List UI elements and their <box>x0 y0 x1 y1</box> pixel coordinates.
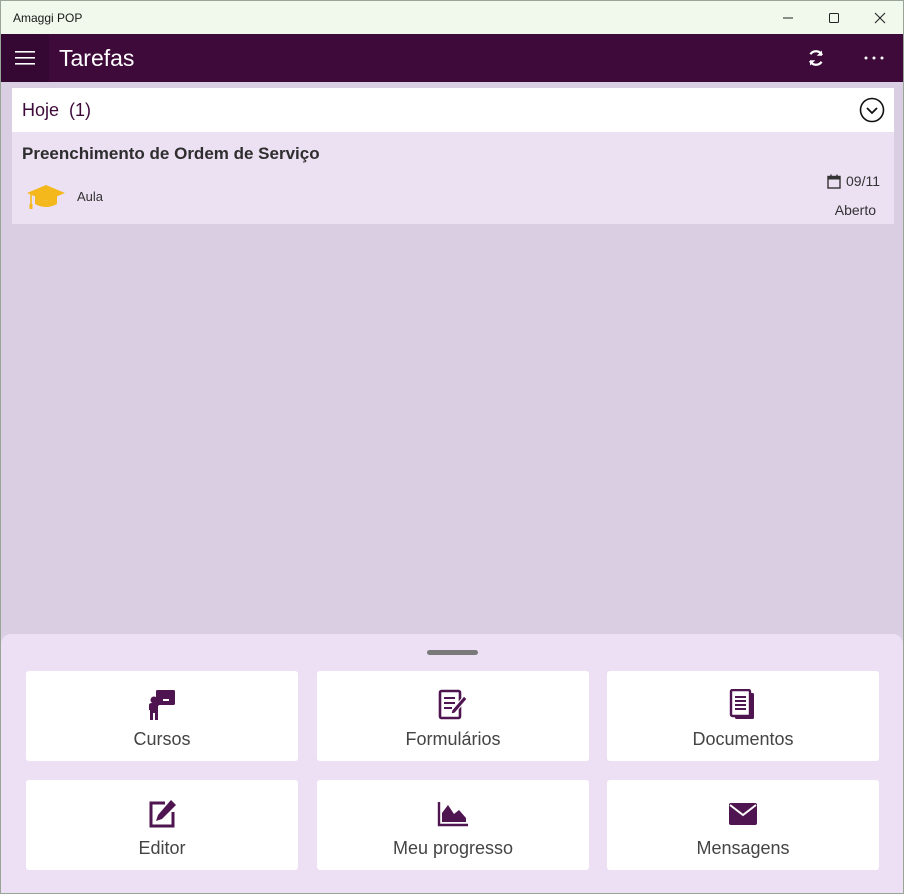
form-edit-icon <box>438 689 468 720</box>
task-card[interactable]: Preenchimento de Ordem de Serviço Aula 0… <box>12 132 894 224</box>
task-status: Aberto <box>834 202 876 218</box>
minimize-icon <box>783 17 793 18</box>
hamburger-menu-icon <box>15 51 35 65</box>
more-options-button[interactable] <box>845 34 903 82</box>
refresh-button[interactable] <box>787 34 845 82</box>
maximize-button[interactable] <box>811 1 857 34</box>
chevron-down-circle-icon <box>859 97 885 123</box>
tile-formularios[interactable]: Formulários <box>317 671 589 761</box>
tile-meu-progresso[interactable]: Meu progresso <box>317 780 589 870</box>
envelope-icon <box>729 803 757 825</box>
group-label: Hoje (1) <box>22 100 101 121</box>
area-chart-icon <box>437 802 468 827</box>
tile-label: Editor <box>138 838 186 858</box>
window-title-bar[interactable]: Amaggi POP <box>1 1 903 34</box>
maximize-icon <box>829 12 839 23</box>
task-date-row: 09/11 <box>827 173 880 189</box>
group-header[interactable]: Hoje (1) <box>12 88 894 132</box>
hamburger-menu-button[interactable] <box>1 34 49 82</box>
task-date: 09/11 <box>846 173 880 189</box>
tile-documentos[interactable]: Documentos <box>607 671 879 761</box>
page-title: Tarefas <box>59 44 135 71</box>
tile-editor[interactable]: Editor <box>26 780 298 870</box>
refresh-icon <box>808 50 824 66</box>
tile-label: Formulários <box>405 729 501 749</box>
window-title: Amaggi POP <box>13 10 83 25</box>
edit-icon <box>149 800 176 828</box>
tile-mensagens[interactable]: Mensagens <box>607 780 879 870</box>
task-group-today: Hoje (1) Preenchimento de Ordem de Serviç… <box>12 88 894 224</box>
app-header: Tarefas <box>1 34 903 82</box>
minimize-button[interactable] <box>765 1 811 34</box>
group-toggle-button[interactable] <box>850 88 894 132</box>
task-title: Preenchimento de Ordem de Serviço <box>22 144 320 163</box>
group-count: (1) <box>69 99 92 120</box>
tile-cursos[interactable]: Cursos <box>26 671 298 761</box>
app-window: Amaggi POP Tarefas Hoje (1) Preenchiment… <box>0 0 904 894</box>
tile-label: Documentos <box>692 729 794 749</box>
tile-label: Mensagens <box>696 838 790 858</box>
tile-label: Cursos <box>133 729 191 749</box>
teacher-board-icon <box>149 690 175 720</box>
documents-icon <box>729 689 754 719</box>
drag-handle[interactable] <box>427 650 478 655</box>
graduation-cap-icon <box>26 182 66 217</box>
group-title: Hoje <box>22 99 60 120</box>
more-options-icon <box>864 56 884 60</box>
task-type: Aula <box>77 189 104 204</box>
close-button[interactable] <box>857 1 903 34</box>
calendar-icon <box>827 174 841 189</box>
tile-label: Meu progresso <box>392 838 514 858</box>
bottom-menu-panel: Cursos Formulários Documentos Editor Meu… <box>1 634 903 893</box>
close-icon <box>874 12 886 23</box>
